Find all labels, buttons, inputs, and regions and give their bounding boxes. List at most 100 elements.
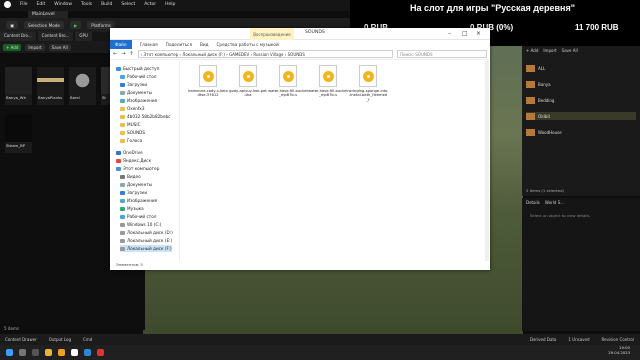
image-icon — [120, 98, 125, 103]
asset-tile[interactable]: BanyaPlanks — [37, 67, 64, 105]
file-explorer-icon[interactable] — [45, 349, 52, 356]
nav-item[interactable]: Oxenfx3 — [120, 105, 145, 112]
menu-help[interactable]: Help — [165, 2, 175, 7]
play-icon[interactable]: ▶ — [70, 21, 82, 29]
menu-select[interactable]: Select — [121, 2, 135, 7]
menu-file[interactable]: File — [20, 2, 28, 7]
nav-item[interactable]: Локальный диск (E:) — [120, 237, 172, 244]
menu-tools[interactable]: Tools — [81, 2, 92, 7]
folder-icon — [120, 106, 125, 111]
file-item[interactable]: kamenne-cody-c-kolodtse-37612 — [188, 65, 228, 98]
nav-item[interactable]: Рабочий стол — [120, 213, 156, 220]
nav-item[interactable]: Документы — [120, 181, 152, 188]
file-name: kamenne-cody-c-kolodtse-37612 — [188, 89, 228, 98]
folder-item[interactable]: Bedding — [526, 96, 636, 104]
add-button[interactable]: + Add — [526, 48, 538, 53]
tab-gpu[interactable]: GPU — [75, 32, 92, 41]
nav-item[interactable]: Windows 10 (C:) — [120, 221, 161, 228]
nav-item[interactable]: SOUNDS — [120, 129, 145, 136]
nav-item[interactable]: Яндекс.Диск — [116, 157, 151, 164]
forward-icon[interactable]: → — [121, 51, 125, 57]
folder-item[interactable]: WoodHouse — [526, 128, 636, 136]
clock[interactable]: 19:00 29.04.2023 — [608, 345, 630, 355]
tab-details[interactable]: Details — [526, 200, 540, 205]
content-drawer-button[interactable]: Content Drawer — [5, 337, 37, 342]
tab-home[interactable]: Главная — [140, 42, 158, 47]
nav-item[interactable]: Музыка — [120, 205, 144, 212]
import-button[interactable]: Import — [25, 43, 45, 51]
tab-content-browser-2[interactable]: Content Bro... — [37, 32, 74, 41]
tab-music-tools[interactable]: Средства работы с музыкой — [216, 42, 278, 47]
save-icon[interactable]: ▣ — [6, 21, 18, 29]
selection-mode-button[interactable]: Selection Mode — [23, 21, 65, 29]
ue-status-bar: Content Drawer Output Log Cmd Derived Da… — [0, 334, 640, 345]
explorer-title-bar — [110, 28, 490, 40]
asset-tile[interactable]: Banya_Wh — [5, 67, 32, 105]
task-view-icon[interactable] — [32, 349, 39, 356]
menu-edit[interactable]: Edit — [37, 2, 46, 7]
menu-actor[interactable]: Actor — [144, 2, 156, 7]
asset-name: BanyaPlanks — [38, 95, 63, 100]
tab-world-settings[interactable]: World S... — [545, 200, 564, 205]
nav-item[interactable]: Этот компьютер — [116, 165, 159, 172]
nav-item[interactable]: MUSIC — [120, 121, 141, 128]
output-log-button[interactable]: Output Log — [49, 337, 71, 342]
level-tab[interactable]: MainLevel — [28, 11, 68, 18]
folder-item-selected[interactable]: Oldbit — [526, 112, 636, 120]
youtube-icon[interactable] — [97, 349, 104, 356]
menu-window[interactable]: Window — [54, 2, 72, 7]
nav-item[interactable]: Локальный диск (D:) — [120, 229, 173, 236]
nav-item[interactable]: Голоса — [120, 137, 142, 144]
asset-tile[interactable]: Barel — [69, 67, 96, 105]
nav-item[interactable]: 4b032.58b2b82bebc — [120, 113, 170, 120]
file-item[interactable]: water-hose-fill-bucket_mp67b-s — [268, 65, 308, 98]
nav-item[interactable]: Рабочий стол — [120, 73, 156, 80]
menu-build[interactable]: Build — [101, 2, 112, 7]
nav-item[interactable]: Загрузки — [120, 189, 147, 196]
scrollbar[interactable] — [485, 61, 489, 261]
folder-icon — [526, 64, 535, 72]
save-all-button[interactable]: Save All — [48, 43, 71, 51]
nav-item-selected[interactable]: Локальный диск (F:) — [120, 245, 172, 252]
folder-item[interactable]: ALL — [526, 64, 636, 72]
search-input[interactable]: Поиск: SOUNDS — [397, 50, 487, 58]
tab-content-browser-1[interactable]: Content Bro... — [0, 32, 36, 41]
app-icon[interactable] — [84, 349, 91, 356]
tab-view[interactable]: Вид — [200, 42, 209, 47]
nav-item[interactable]: Изображения — [120, 97, 157, 104]
folder-icon — [120, 114, 125, 119]
nav-item[interactable]: Видео — [120, 173, 141, 180]
revision-control-button[interactable]: Revision Control — [602, 337, 634, 342]
save-all-button[interactable]: Save All — [562, 48, 578, 53]
nav-item[interactable]: Быстрый доступ — [116, 65, 159, 72]
tab-share[interactable]: Поделиться — [166, 42, 192, 47]
nav-item[interactable]: Изображения — [120, 197, 157, 204]
close-icon[interactable]: × — [476, 30, 481, 37]
minimize-icon[interactable]: – — [448, 30, 451, 37]
address-bar[interactable]: › Этот компьютер › Локальный диск (F:) ›… — [137, 50, 393, 58]
browser-icon[interactable] — [58, 349, 65, 356]
file-item[interactable]: gody-aplyuy-kok-petuha — [228, 65, 268, 98]
import-button[interactable]: Import — [543, 48, 556, 53]
nav-item[interactable]: Загрузки — [120, 81, 147, 88]
search-icon[interactable] — [19, 349, 26, 356]
ribbon-context-tab[interactable]: Воспроизведение — [250, 28, 294, 40]
asset-tile[interactable]: Steam_BP — [5, 115, 32, 153]
download-icon — [120, 82, 125, 87]
file-item[interactable]: wringing-sponge-into-metal-bath_fleemed_… — [348, 65, 388, 102]
maximize-icon[interactable]: □ — [462, 30, 468, 37]
back-icon[interactable]: ← — [113, 51, 117, 57]
derived-data-button[interactable]: Derived Data — [530, 337, 557, 342]
up-icon[interactable]: ↑ — [129, 51, 133, 57]
windows-start-icon[interactable] — [6, 349, 13, 356]
nav-item[interactable]: Документы — [120, 89, 152, 96]
navigation-pane: Быстрый доступ Рабочий стол Загрузки Док… — [110, 61, 180, 261]
unreal-taskbar-icon[interactable] — [71, 349, 78, 356]
unsaved-indicator[interactable]: 1 Unsaved — [568, 337, 589, 342]
cmd-input[interactable]: Cmd — [83, 337, 92, 342]
folder-item[interactable]: Banya — [526, 80, 636, 88]
add-button[interactable]: + Add — [3, 43, 22, 51]
file-item[interactable]: water-hose-fill-bucket_mp67b-s — [308, 65, 348, 98]
tab-file[interactable]: Файл — [110, 40, 132, 49]
nav-item[interactable]: OneDrive — [116, 149, 143, 156]
